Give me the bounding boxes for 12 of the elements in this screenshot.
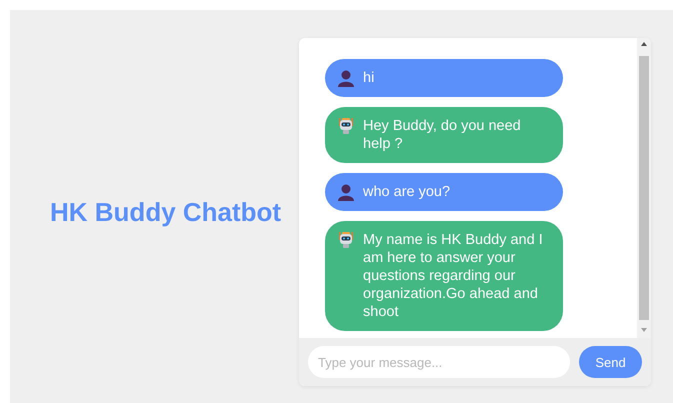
send-button[interactable]: Send — [579, 346, 642, 378]
message-text: Hey Buddy, do you need help ? — [363, 117, 522, 153]
robot-icon — [337, 117, 355, 135]
message-text: who are you? — [363, 183, 452, 201]
scrollbar[interactable] — [637, 38, 651, 338]
message-text: hi — [363, 69, 376, 87]
page-title: HK Buddy Chatbot — [50, 197, 282, 228]
user-avatar-icon — [337, 183, 355, 201]
robot-icon — [337, 231, 355, 249]
user-avatar-icon — [337, 69, 355, 87]
message-input[interactable]: Type your message... — [308, 346, 570, 378]
message-text: My name is HK Buddy and I am here to answer your questions regarding our organization.Go ahead and shoot — [363, 231, 544, 321]
